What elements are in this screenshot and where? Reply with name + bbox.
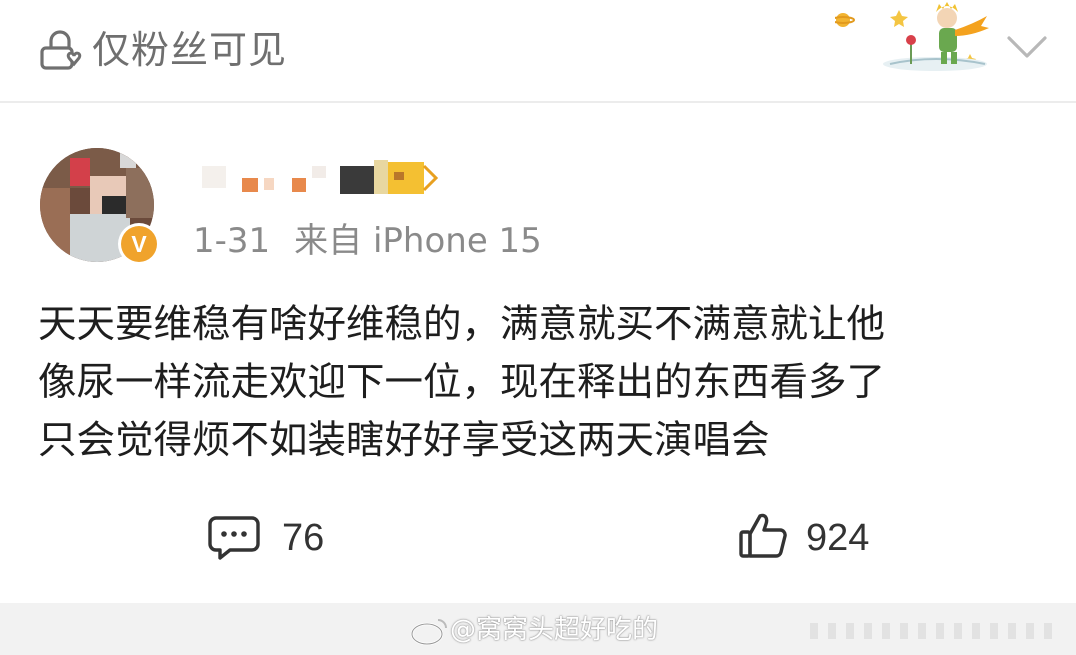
lock-people-icon <box>40 30 82 70</box>
little-prince-illustration <box>835 2 989 71</box>
post-line: 只会觉得烦不如装瞎好好享受这两天演唱会 <box>38 418 770 463</box>
post-meta: 1-31 来自 iPhone 15 <box>193 219 542 263</box>
comment-icon[interactable] <box>208 514 260 562</box>
visibility-label: 仅粉丝可见 <box>92 28 288 72</box>
header-divider <box>0 101 1076 103</box>
post-body: 天天要维稳有啥好维稳的，满意就买不满意就让他 像尿一样流走欢迎下一位，现在释出的… <box>38 296 1048 470</box>
decorative-strip <box>810 623 1060 639</box>
post-line: 像尿一样流走欢迎下一位，现在释出的东西看多了 <box>38 360 886 405</box>
post-date: 1-31 <box>193 221 271 261</box>
post-line: 天天要维稳有啥好维稳的，满意就买不满意就让他 <box>38 302 886 347</box>
post-source: 来自 iPhone 15 <box>294 221 542 261</box>
weibo-logo-icon <box>410 619 447 646</box>
verified-badge: V <box>118 223 160 265</box>
like-count[interactable]: 924 <box>806 516 869 560</box>
comment-count[interactable]: 76 <box>282 516 324 560</box>
chevron-down-icon[interactable] <box>1005 30 1049 66</box>
username-obscured[interactable] <box>194 156 444 200</box>
thumbs-up-icon[interactable] <box>738 510 788 560</box>
post-header-bar: 仅粉丝可见 <box>0 0 1076 103</box>
watermark: @窝窝头超好吃的 <box>450 615 659 645</box>
chevron-right-icon <box>422 164 439 192</box>
